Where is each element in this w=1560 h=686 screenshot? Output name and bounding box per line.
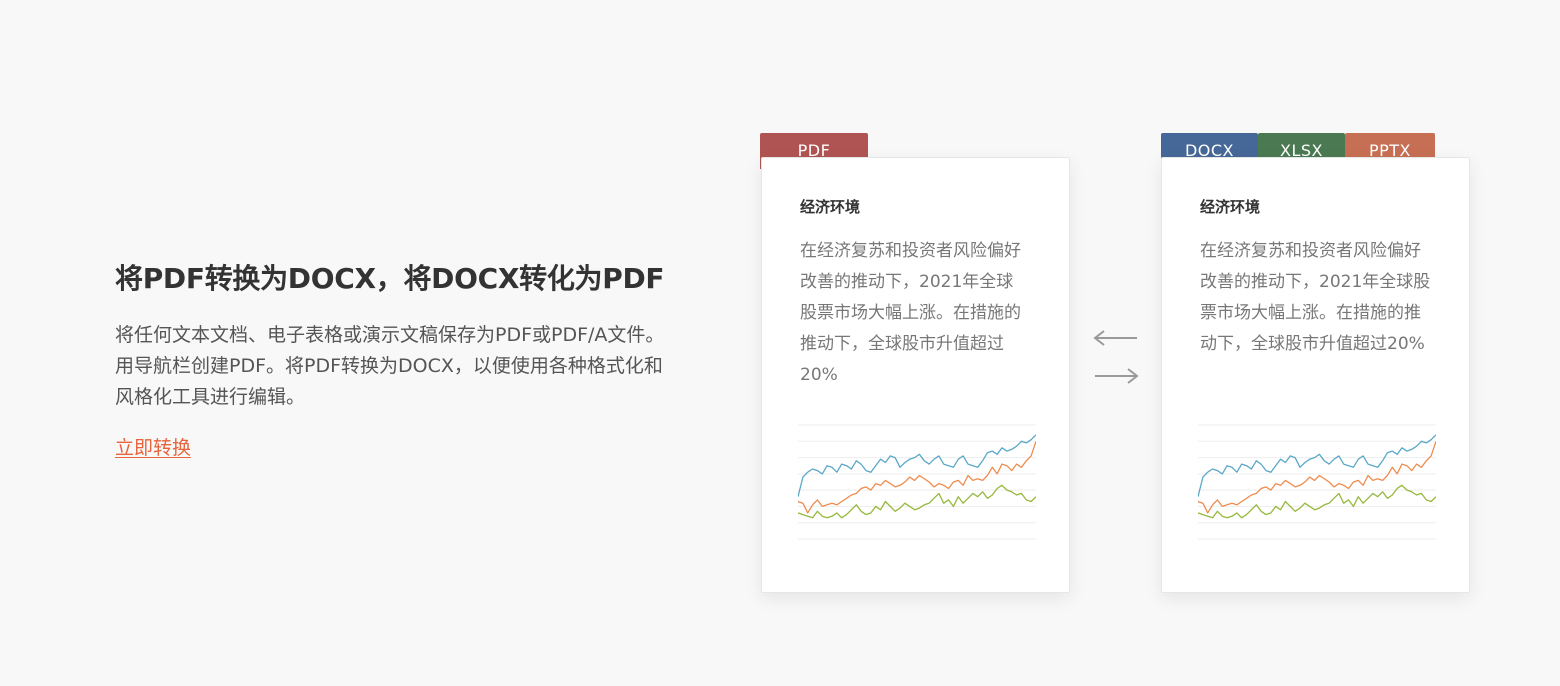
arrow-left-icon: [1093, 330, 1137, 346]
card-body-text: 在经济复苏和投资者风险偏好改善的推动下，2021年全球股票市场大幅上涨。在措施的…: [800, 241, 1021, 385]
hero-title: 将PDF转换为DOCX，将DOCX转化为PDF: [115, 262, 665, 295]
series-line-1: [798, 434, 1036, 497]
arrow-right-icon: [1095, 368, 1139, 384]
convert-now-link[interactable]: 立即转换: [115, 433, 191, 460]
conversion-arrows: [1093, 330, 1139, 384]
source-document-card: 经济环境 在经济复苏和投资者风险偏好改善的推动下，2021年全球股票市场大幅上涨…: [761, 157, 1070, 593]
series-line-2: [1198, 441, 1436, 514]
series-line-1: [1198, 434, 1436, 497]
card-heading: 经济环境: [1200, 198, 1261, 216]
series-line-2: [798, 441, 1036, 514]
card-body-text: 在经济复苏和投资者风险偏好改善的推动下，2021年全球股票市场大幅上涨。在措施的…: [1200, 241, 1431, 354]
card-heading: 经济环境: [800, 198, 861, 216]
line-chart: [1198, 424, 1436, 540]
hero-section: 将PDF转换为DOCX，将DOCX转化为PDF 将任何文本文档、电子表格或演示文…: [115, 258, 695, 460]
target-document-card: 经济环境 在经济复苏和投资者风险偏好改善的推动下，2021年全球股票市场大幅上涨…: [1161, 157, 1470, 593]
page: 将PDF转换为DOCX，将DOCX转化为PDF 将任何文本文档、电子表格或演示文…: [0, 0, 1560, 686]
hero-description: 将任何文本文档、电子表格或演示文稿保存为PDF或PDF/A文件。用导航栏创建PD…: [115, 324, 665, 408]
line-chart: [798, 424, 1036, 540]
